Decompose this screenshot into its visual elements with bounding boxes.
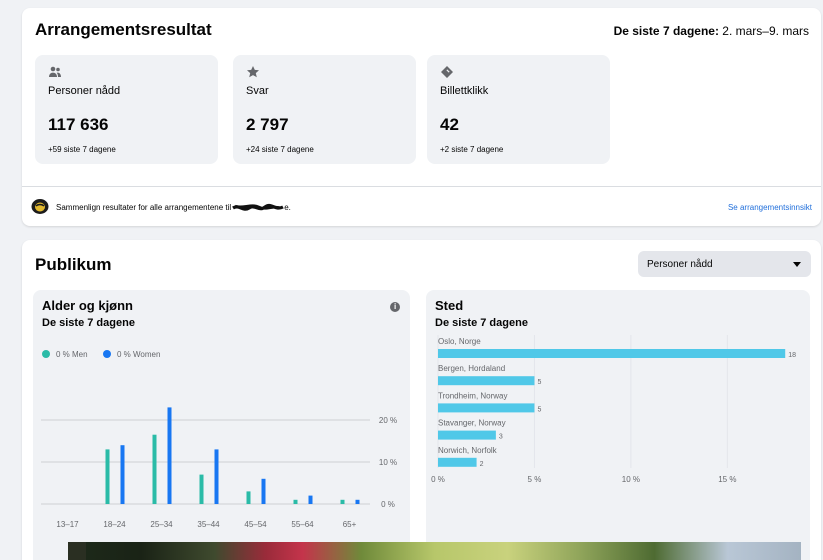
bar-women bbox=[261, 478, 266, 504]
bar-men bbox=[199, 474, 204, 504]
dropdown-value: Personer nådd bbox=[647, 259, 713, 270]
location-chart: 0 % 5 % 10 % 15 % Oslo, Norge 18 Bergen, Horda… bbox=[431, 335, 796, 484]
compare-text-label: Sammenlign resultater for alle arrangeme… bbox=[56, 203, 232, 213]
age-gender-panel: Alder og kjønn De siste 7 dagene i 0 % M… bbox=[33, 290, 410, 560]
bar-value-label: 3 bbox=[499, 434, 503, 441]
bar-value-label: 5 bbox=[537, 406, 541, 413]
location-label: Trondheim, Norway bbox=[438, 391, 508, 400]
x-tick-label: 45–54 bbox=[244, 520, 267, 529]
location-label: Bergen, Hordaland bbox=[438, 364, 505, 373]
location-bar bbox=[438, 403, 535, 413]
location-label: Stavanger, Norway bbox=[438, 419, 506, 428]
location-label: Norwich, Norfolk bbox=[438, 446, 498, 455]
y-tick-label: 0 % bbox=[381, 500, 395, 509]
insights-link[interactable]: Se arrangementsinnsikt bbox=[728, 203, 812, 212]
x-tick-label: 13–17 bbox=[56, 520, 79, 529]
page-avatar-icon bbox=[31, 199, 49, 214]
metric-label: Svar bbox=[246, 85, 269, 97]
metric-card-responses: Svar 2 797 +24 siste 7 dagene bbox=[233, 55, 416, 164]
redacted-scribble bbox=[232, 203, 284, 211]
location-bar bbox=[438, 376, 535, 386]
metric-card-reach: Personer nådd 117 636 +59 siste 7 dagene bbox=[35, 55, 218, 164]
location-bar bbox=[438, 349, 786, 358]
location-label: Oslo, Norge bbox=[438, 337, 481, 346]
audience-title: Publikum bbox=[35, 255, 112, 274]
location-bar bbox=[438, 430, 496, 440]
y-tick-label: 10 % bbox=[379, 458, 397, 467]
audience-card: Publikum Personer nådd Alder og kjønn De… bbox=[22, 240, 821, 560]
bar-men bbox=[105, 449, 110, 504]
caret-down-icon bbox=[793, 262, 801, 267]
period-label: De siste 7 dagene: 2. mars–9. mars bbox=[614, 24, 809, 38]
metric-value: 117 636 bbox=[48, 115, 109, 134]
x-tick-label: 18–24 bbox=[103, 520, 126, 529]
x-tick-label: 25–34 bbox=[150, 520, 173, 529]
bar-men bbox=[152, 434, 157, 504]
star-icon bbox=[247, 66, 259, 78]
bar-women bbox=[167, 407, 172, 504]
metric-dropdown[interactable]: Personer nådd bbox=[638, 251, 811, 277]
period-prefix: De siste 7 dagene: bbox=[613, 24, 719, 38]
bar-women bbox=[355, 499, 360, 504]
bar-women bbox=[214, 449, 219, 504]
bar-women bbox=[308, 495, 313, 504]
x-tick-label: 15 % bbox=[718, 475, 736, 484]
metric-value: 42 bbox=[440, 115, 459, 134]
x-tick-label: 10 % bbox=[622, 475, 640, 484]
x-tick-label: 65+ bbox=[343, 520, 357, 529]
age-gender-chart: 20 % 10 % 0 % 13–17 18–24 25–34 35–44 45–54 55–6… bbox=[41, 407, 397, 529]
results-title: Arrangementsresultat bbox=[35, 20, 212, 39]
metric-change: +24 siste 7 dagene bbox=[246, 145, 314, 154]
metric-label: Billettklikk bbox=[440, 85, 489, 97]
event-cover-photo bbox=[68, 542, 801, 560]
x-tick-label: 5 % bbox=[528, 475, 542, 484]
bar-value-label: 18 bbox=[788, 352, 796, 359]
bar-women bbox=[120, 445, 125, 504]
metric-label: Personer nådd bbox=[48, 85, 121, 97]
x-tick-label: 0 % bbox=[431, 475, 445, 484]
results-card: Arrangementsresultat De siste 7 dagene: … bbox=[22, 8, 821, 226]
bar-men bbox=[340, 499, 345, 504]
metric-card-ticket-clicks: Billettklikk 42 +2 siste 7 dagene bbox=[427, 55, 610, 164]
bar-men bbox=[293, 499, 298, 504]
ticket-icon bbox=[441, 66, 453, 78]
period-range: 2. mars–9. mars bbox=[722, 24, 809, 38]
bar-value-label: 2 bbox=[480, 461, 484, 468]
people-icon bbox=[49, 66, 61, 77]
bar-value-label: 5 bbox=[537, 379, 541, 386]
divider bbox=[22, 186, 821, 187]
bar-men bbox=[246, 491, 251, 504]
compare-suffix: e. bbox=[284, 203, 291, 213]
metric-value: 2 797 bbox=[246, 115, 289, 134]
location-bar bbox=[438, 457, 477, 467]
x-tick-label: 55–64 bbox=[291, 520, 314, 529]
y-tick-label: 20 % bbox=[379, 416, 397, 425]
location-panel: Sted De siste 7 dagene 0 % 5 % 10 % 15 % Osl… bbox=[426, 290, 810, 560]
compare-text: Sammenlign resultater for alle arrangeme… bbox=[56, 203, 291, 213]
x-tick-label: 35–44 bbox=[197, 520, 220, 529]
metric-change: +2 siste 7 dagene bbox=[440, 145, 504, 154]
metric-change: +59 siste 7 dagene bbox=[48, 145, 116, 154]
